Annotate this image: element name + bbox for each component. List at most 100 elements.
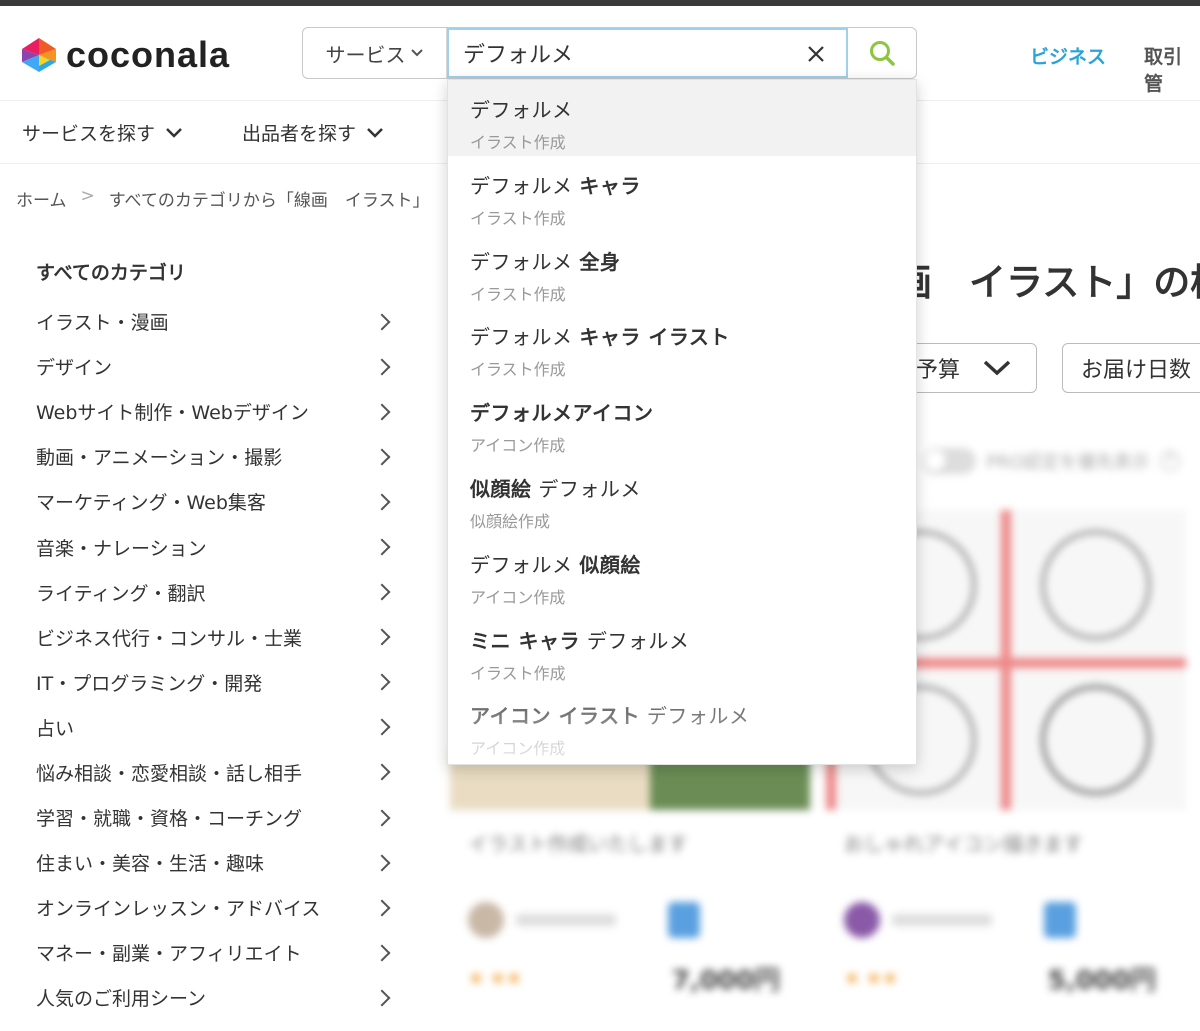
sidebar-category-label: ライティング・翻訳: [36, 582, 206, 605]
sidebar-category-item[interactable]: 住まい・美容・生活・趣味: [36, 840, 396, 885]
category-sidebar: すべてのカテゴリ イラスト・漫画デザイン Webサイト制作・Webデザイン 動画・ア…: [36, 258, 396, 1021]
seller-avatar: [844, 902, 880, 938]
service-title: おしゃれアイコン描きます: [844, 832, 1083, 856]
chevron-down-icon: [367, 127, 383, 138]
suggestion-keyword: デフォルメ 全身: [470, 246, 916, 275]
search-input-wrapper: [447, 28, 848, 78]
sidebar-category-item[interactable]: 動画・アニメーション・撮影: [36, 434, 396, 479]
clear-search-button[interactable]: [804, 42, 828, 66]
service-type-select[interactable]: サービス: [303, 28, 447, 78]
business-link[interactable]: ビジネス: [1030, 42, 1106, 69]
chevron-down-icon: [410, 49, 423, 57]
suggestion-keyword: デフォルメ: [470, 94, 916, 123]
breadcrumb-home[interactable]: ホーム: [16, 186, 67, 211]
nav-find-services-label: サービスを探す: [22, 123, 156, 145]
suggestion-category: アイコン作成: [470, 587, 566, 607]
coconala-logo-icon: [22, 38, 56, 72]
suggestion-keyword: デフォルメ キャラ イラスト: [470, 321, 916, 350]
sidebar-category-label: 動画・アニメーション・撮影: [36, 447, 283, 470]
suggestion-item[interactable]: デフォルメ 全身 イラスト作成: [448, 232, 916, 308]
search-icon: [870, 41, 895, 66]
service-price: 5,000円: [1047, 966, 1156, 996]
suggestion-keyword-bold: 似顔絵: [579, 552, 641, 577]
suggestion-item[interactable]: デフォルメ 似顔絵 アイコン作成: [448, 535, 916, 611]
suggestion-keyword-bold: 似顔絵: [470, 477, 532, 501]
chevron-right-icon: [373, 899, 391, 917]
sidebar-category-item[interactable]: ビジネス代行・コンサル・士業: [36, 615, 396, 660]
sidebar-category-item[interactable]: マネー・副業・アフィリエイト: [36, 930, 396, 975]
suggestion-item[interactable]: デフォルメ イラスト作成: [448, 80, 916, 156]
chevron-right-icon: [373, 448, 391, 466]
service-title: イラスト作成いたします: [468, 832, 688, 856]
delivery-filter[interactable]: お届け日数: [1062, 343, 1200, 393]
suggestion-category: イラスト作成: [470, 208, 566, 228]
category-list: イラスト・漫画デザイン Webサイト制作・Webデザイン 動画・アニメーション・撮影…: [36, 299, 396, 1021]
sidebar-category-label: 学習・就職・資格・コーチング: [36, 808, 303, 831]
chevron-right-icon: [373, 718, 391, 736]
sidebar-category-label: イラスト・漫画: [36, 312, 169, 335]
budget-filter[interactable]: 予算: [897, 343, 1037, 393]
suggestion-item[interactable]: デフォルメ キャラ イラスト作成: [448, 156, 916, 232]
sidebar-category-item[interactable]: 占い: [36, 705, 396, 750]
seller-name-placeholder: [516, 914, 616, 926]
suggestion-keyword-text: デフォルメ: [579, 628, 690, 653]
coconala-logo[interactable]: coconala: [20, 34, 230, 76]
suggestion-item[interactable]: 似顔絵 デフォルメ 似顔絵作成: [448, 459, 916, 535]
page-title: 画 イラスト」の検: [895, 261, 1200, 304]
suggestion-category: アイコン作成: [470, 739, 566, 759]
suggestion-item[interactable]: デフォルメ キャラ イラストイラスト作成: [448, 307, 916, 383]
search-input[interactable]: [463, 40, 783, 66]
sidebar-category-label: Webサイト制作・Webデザイン: [36, 402, 309, 425]
suggestion-keyword: 似顔絵 デフォルメ: [470, 473, 916, 502]
sidebar-category-item[interactable]: 悩み相談・恋愛相談・話し相手: [36, 750, 396, 795]
sidebar-title: すべてのカテゴリ: [36, 262, 186, 284]
sidebar-category-item[interactable]: 音楽・ナレーション: [36, 524, 396, 569]
sidebar-category-label: 悩み相談・恋愛相談・話し相手: [36, 762, 303, 785]
sidebar-category-label: ビジネス代行・コンサル・士業: [36, 627, 303, 650]
toggle-switch[interactable]: [922, 448, 976, 474]
sidebar-category-item[interactable]: マーケティング・Web集客: [36, 479, 396, 524]
sidebar-category-item[interactable]: 学習・就職・資格・コーチング: [36, 795, 396, 840]
sidebar-category-item[interactable]: Webサイト制作・Webデザイン: [36, 389, 396, 434]
suggestion-item[interactable]: アイコン イラスト デフォルメ アイコン作成: [448, 686, 916, 762]
suggestion-keyword: デフォルメアイコン: [470, 397, 916, 426]
chevron-right-icon: [373, 989, 391, 1007]
sidebar-category-label: 音楽・ナレーション: [36, 537, 207, 560]
pro-priority-toggle[interactable]: PRO認定を優先表示 ?: [922, 448, 1180, 474]
suggestion-item[interactable]: デフォルメアイコンアイコン作成: [448, 383, 916, 459]
suggestion-keyword-text: デフォルメ: [531, 477, 641, 501]
breadcrumb: ホーム > すべてのカテゴリから「線画 イラスト」: [16, 186, 430, 211]
suggestion-category: イラスト作成: [470, 663, 566, 683]
delivery-filter-label: お届け日数: [1081, 358, 1192, 383]
nav-find-sellers[interactable]: 出品者を探す: [242, 119, 384, 146]
sidebar-category-label: IT・プログラミング・開発: [36, 672, 263, 695]
search-bar: サービス: [302, 27, 917, 79]
chevron-down-icon: [166, 127, 182, 138]
chevron-down-icon: [983, 360, 1011, 376]
suggestion-category: イラスト作成: [470, 360, 566, 380]
nav-find-services[interactable]: サービスを探す: [22, 119, 183, 146]
chevron-right-icon: [373, 854, 391, 872]
search-button[interactable]: [848, 28, 916, 78]
rating-star-icon: ★ ★★: [468, 968, 523, 989]
suggestion-item[interactable]: ミニ キャラ デフォルメイラスト作成: [448, 611, 916, 687]
suggestion-keyword: ミニ キャラ デフォルメ: [470, 625, 916, 654]
rank-badge-icon: [1044, 902, 1076, 938]
sidebar-category-item[interactable]: 人気のご利用シーン: [36, 975, 396, 1020]
seller-name-placeholder: [892, 914, 992, 926]
rank-badge-icon: [668, 902, 700, 938]
pro-toggle-label: PRO認定を優先表示: [986, 452, 1150, 473]
sidebar-category-item[interactable]: IT・プログラミング・開発: [36, 660, 396, 705]
suggestion-keyword-text: デフォルメ: [470, 98, 573, 122]
sidebar-category-item[interactable]: オンラインレッスン・アドバイス: [36, 885, 396, 930]
seller-row: [844, 902, 1076, 938]
transaction-management-link[interactable]: 取引管: [1144, 42, 1200, 96]
chevron-right-icon: [373, 809, 391, 827]
sidebar-category-item[interactable]: デザイン: [36, 344, 396, 389]
sidebar-category-item[interactable]: イラスト・漫画: [36, 299, 396, 344]
chevron-right-icon: [373, 538, 391, 556]
chevron-right-icon: [373, 944, 391, 962]
suggestion-category: アイコン作成: [470, 436, 566, 456]
chevron-right-icon: [373, 358, 391, 376]
sidebar-category-item[interactable]: ライティング・翻訳: [36, 570, 396, 615]
